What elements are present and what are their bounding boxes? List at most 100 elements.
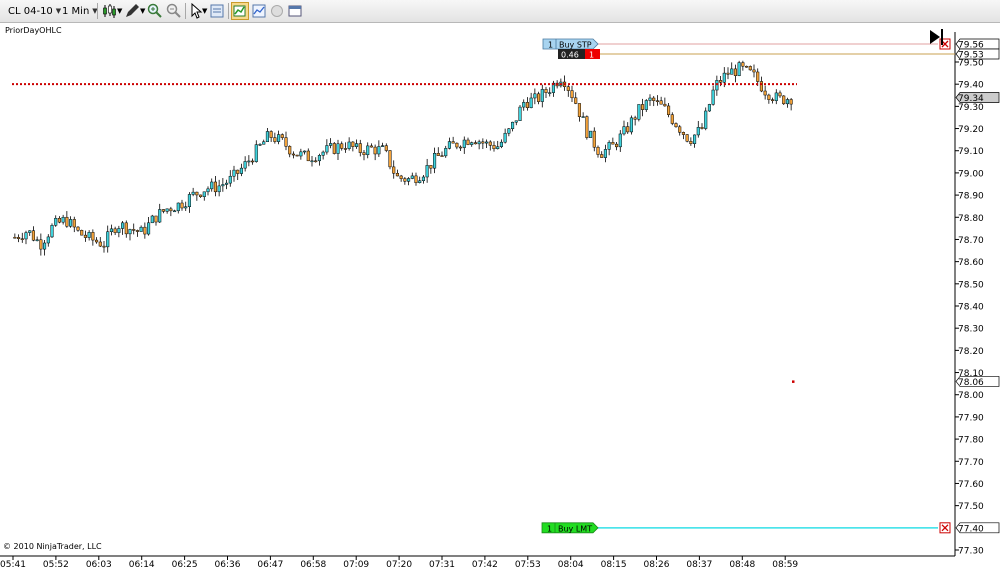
candle [154, 215, 158, 226]
candle [35, 236, 39, 242]
candle [57, 216, 61, 224]
candle-body [254, 144, 258, 162]
candle-body [184, 206, 188, 209]
candle [585, 115, 589, 140]
candle-body [265, 131, 269, 142]
candle [254, 140, 258, 163]
position-price-label-text: 79.53 [958, 51, 984, 61]
candle-body [741, 62, 745, 67]
candle-body [336, 143, 340, 154]
candle [711, 85, 715, 106]
candle [473, 140, 477, 145]
scroll-to-end-icon[interactable] [930, 29, 943, 45]
candle-body [622, 126, 626, 135]
time-tick-label: 06:58 [300, 560, 326, 570]
candle-body [20, 238, 24, 240]
candle [785, 97, 789, 108]
candle-body [195, 191, 199, 196]
candle-body [730, 68, 734, 75]
candle [678, 124, 682, 136]
time-tick-label: 07:09 [343, 560, 369, 570]
candle [284, 131, 288, 151]
candle-body [748, 66, 752, 71]
candle-body [596, 146, 600, 155]
indicator-label: PriorDayOHLC [5, 26, 62, 35]
candle-body [310, 160, 314, 163]
time-tick-label: 06:14 [129, 560, 155, 570]
candle [544, 86, 548, 98]
candle [202, 191, 206, 201]
candle-body [507, 128, 511, 134]
buy-stop-order-tag: 1 Buy STP [542, 38, 599, 50]
candle [135, 229, 139, 237]
candle [429, 165, 433, 174]
candle-body [473, 142, 477, 145]
candle [329, 138, 333, 149]
candle-body [414, 175, 418, 183]
candle-body [351, 141, 355, 147]
candle-body [629, 117, 633, 133]
chart-trader-icon[interactable] [231, 2, 249, 20]
last-price-label-text: 79.34 [958, 94, 984, 104]
cancel-buy-limit-button[interactable] [939, 522, 951, 534]
candle-body [50, 225, 54, 238]
candle [592, 127, 596, 152]
candle [707, 103, 711, 112]
candle-body [243, 161, 247, 169]
chevron-down-icon[interactable]: ▼ [202, 3, 207, 19]
circle-icon[interactable] [269, 3, 285, 19]
candle [637, 104, 641, 122]
candle [232, 165, 236, 182]
candle-body [225, 182, 229, 185]
candle [381, 142, 385, 148]
candle [789, 97, 793, 111]
candle-body [102, 245, 106, 248]
candle-body [109, 228, 113, 232]
candle-body [395, 173, 399, 177]
candle [106, 225, 110, 253]
candle-body [239, 167, 243, 174]
end-bar [941, 29, 943, 45]
zoom-out-icon[interactable] [166, 3, 182, 19]
candle [447, 137, 451, 150]
prior-day-marker [792, 380, 795, 383]
properties-icon[interactable] [287, 3, 303, 19]
pencil-draw-icon[interactable] [124, 3, 140, 19]
candle [121, 221, 125, 235]
candle-body [340, 143, 344, 149]
candle-body [388, 150, 392, 168]
zoom-in-icon[interactable] [147, 3, 163, 19]
candlestick-chart-icon[interactable] [101, 3, 117, 19]
candle [425, 158, 429, 183]
candle [310, 155, 314, 167]
buy-limit-qty: 1 [547, 524, 552, 533]
candle-body [685, 134, 689, 142]
candle [774, 89, 778, 105]
strategy-chart-icon[interactable] [251, 3, 267, 19]
chevron-down-icon[interactable]: ▼ [117, 3, 122, 19]
candle-body [46, 236, 50, 244]
interval-selector[interactable]: 1 Min ▼ [62, 3, 98, 19]
candle-body [169, 208, 173, 212]
candle-body [72, 219, 76, 228]
candle-body [433, 153, 437, 169]
instrument-selector[interactable]: CL 04-10 ▼ [8, 3, 61, 19]
candle [540, 84, 544, 108]
price-tick-label: 77.30 [958, 547, 984, 557]
candle [76, 226, 80, 232]
candle-body [17, 237, 21, 239]
candle [180, 199, 184, 211]
candle [644, 99, 648, 112]
candle [782, 95, 786, 105]
candle [50, 223, 54, 239]
candle [280, 133, 284, 140]
data-box-icon[interactable] [209, 3, 225, 19]
candle [455, 142, 459, 150]
candle-body [670, 114, 674, 124]
price-chart[interactable]: 79.5079.4079.3079.2079.1079.0078.9078.80… [0, 22, 1000, 572]
candle-body [659, 100, 663, 105]
chevron-down-icon[interactable]: ▼ [140, 3, 145, 19]
time-tick-label: 08:04 [558, 560, 584, 570]
candle [763, 85, 767, 100]
time-tick-label: 05:52 [43, 560, 69, 570]
